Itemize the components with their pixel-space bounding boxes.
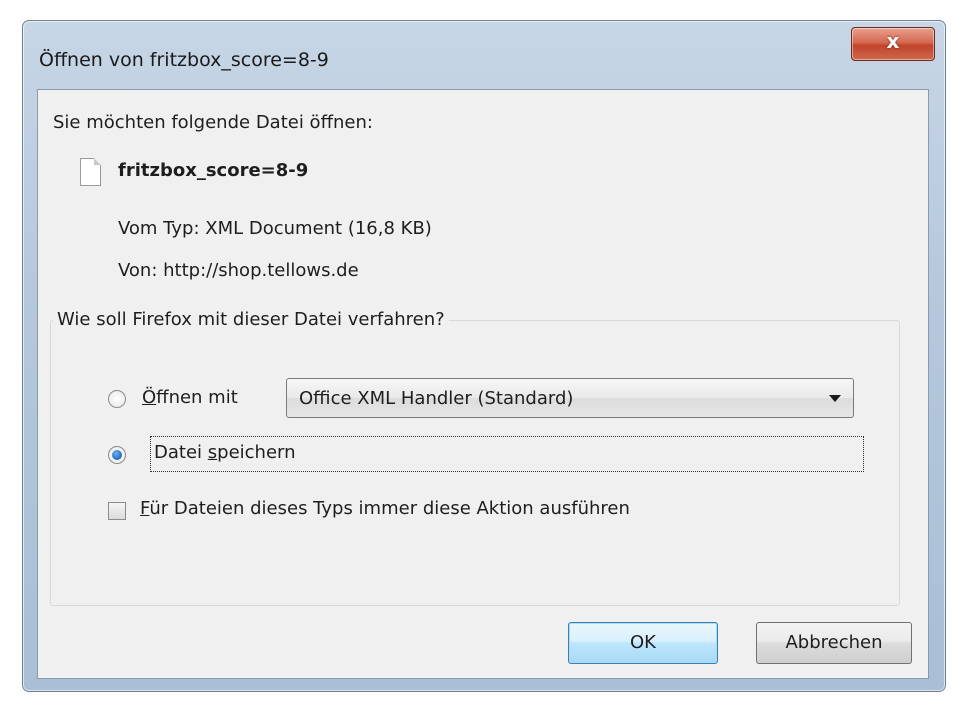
save-file-radio[interactable] bbox=[108, 446, 126, 464]
prompt-text: Sie möchten folgende Datei öffnen: bbox=[53, 112, 373, 133]
ok-button[interactable]: OK bbox=[568, 622, 718, 664]
file-type: Vom Typ: XML Document (16,8 KB) bbox=[118, 218, 432, 239]
always-do-label-rest: ür Dateien dieses Typs immer diese Aktio… bbox=[149, 498, 630, 519]
open-with-label-text: ffnen mit bbox=[156, 387, 238, 408]
file-name: fritzbox_score=8-9 bbox=[118, 160, 309, 181]
open-with-label[interactable]: Öffnen mit bbox=[142, 387, 238, 408]
save-file-label-start: Datei bbox=[154, 442, 208, 463]
close-button[interactable]: x bbox=[851, 27, 935, 61]
window-title: Öffnen von fritzbox_score=8-9 bbox=[39, 49, 329, 71]
action-group-legend: Wie soll Firefox mit dieser Datei verfah… bbox=[53, 309, 449, 330]
handler-select[interactable]: Office XML Handler (Standard) bbox=[286, 378, 854, 418]
dialog-body: Sie möchten folgende Datei öffnen: fritz… bbox=[37, 89, 929, 679]
document-icon bbox=[80, 158, 101, 186]
save-file-mnemonic: s bbox=[207, 442, 218, 463]
handler-select-value: Office XML Handler (Standard) bbox=[299, 388, 574, 409]
dialog-window: Öffnen von fritzbox_score=8-9 x Sie möch… bbox=[22, 20, 946, 692]
always-do-mnemonic: F bbox=[140, 498, 150, 519]
title-bar[interactable]: Öffnen von fritzbox_score=8-9 x bbox=[23, 21, 945, 89]
chevron-down-icon bbox=[829, 395, 841, 402]
file-source: Von: http://shop.tellows.de bbox=[118, 260, 359, 281]
close-icon: x bbox=[886, 29, 900, 53]
save-file-label[interactable]: Datei speichern bbox=[154, 442, 296, 463]
open-with-radio[interactable] bbox=[108, 390, 126, 408]
always-do-label[interactable]: Für Dateien dieses Typs immer diese Akti… bbox=[140, 498, 630, 519]
cancel-button[interactable]: Abbrechen bbox=[756, 622, 912, 664]
save-file-label-rest: peichern bbox=[217, 442, 296, 463]
open-with-mnemonic: Ö bbox=[142, 387, 157, 408]
always-do-checkbox[interactable] bbox=[108, 502, 126, 520]
